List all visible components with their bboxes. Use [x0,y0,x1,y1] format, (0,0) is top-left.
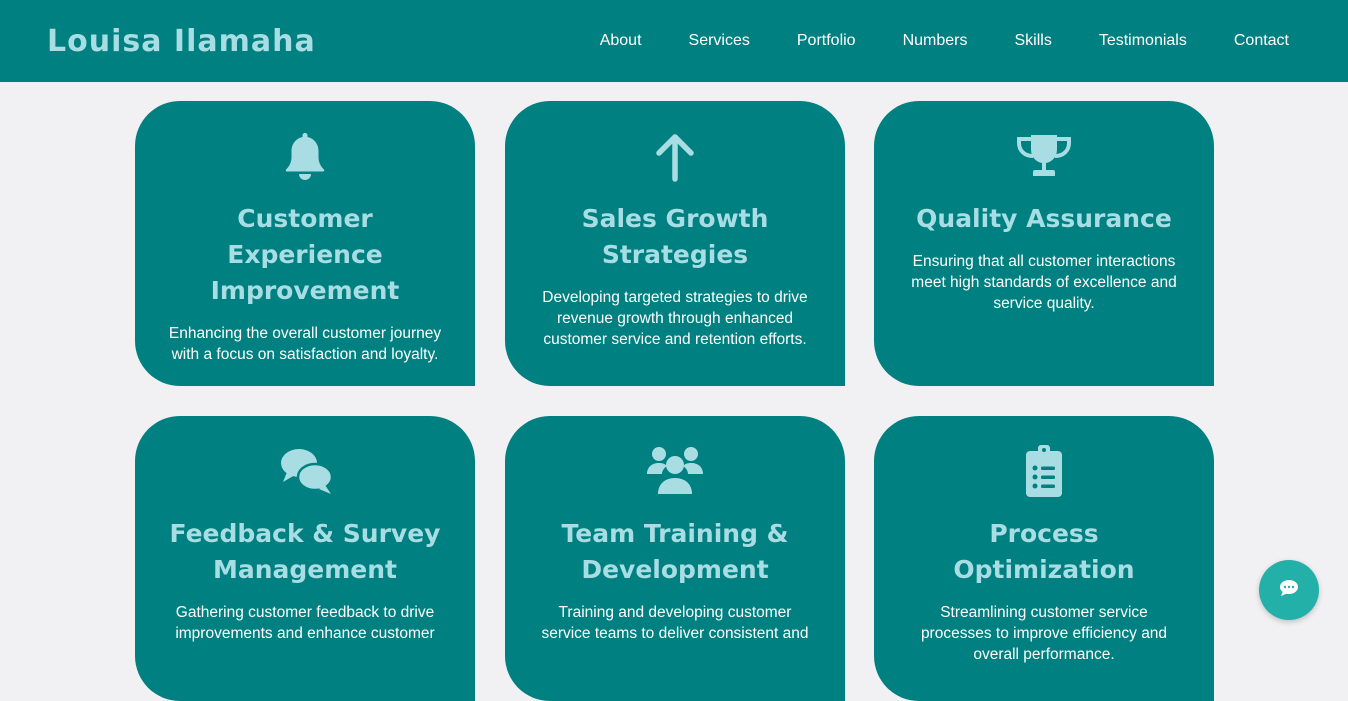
chat-button[interactable] [1259,560,1319,620]
nav-testimonials[interactable]: Testimonials [1099,30,1187,52]
card-description: Training and developing customer service… [541,604,809,642]
card-title: Customer Experience Improvement [210,204,400,305]
card-title: Feedback & Survey Management [169,519,441,584]
nav-about[interactable]: About [600,30,642,52]
service-card: Quality Assurance Ensuring that all cust… [874,101,1214,386]
brand-logo[interactable]: Louisa Ilamaha [47,22,316,62]
service-card: Process Optimization Streamlining custom… [874,416,1214,701]
chat-bubble-icon [1279,579,1299,601]
nav-contact[interactable]: Contact [1234,30,1289,52]
service-card: Team Training & Development Training and… [505,416,845,701]
card-title: Team Training & Development [561,519,789,584]
card-title: Process Optimization [953,519,1135,584]
service-card: Feedback & Survey Management Gathering c… [135,416,475,701]
nav-portfolio[interactable]: Portfolio [797,30,856,52]
card-description: Streamlining customer service processes … [920,604,1168,663]
bell-icon [275,129,335,185]
card-title: Sales Growth Strategies [581,204,769,269]
service-card: Sales Growth Strategies Developing targe… [505,101,845,386]
site-header: Louisa Ilamaha About Services Portfolio … [0,0,1348,82]
card-description: Gathering customer feedback to drive imp… [175,604,435,642]
arrow-up-icon [645,129,705,185]
nav-services[interactable]: Services [689,30,750,52]
nav-numbers[interactable]: Numbers [903,30,968,52]
comments-icon [275,444,335,500]
clipboard-list-icon [1014,444,1074,500]
nav-skills[interactable]: Skills [1014,30,1051,52]
users-icon [645,444,705,500]
main-nav: About Services Portfolio Numbers Skills … [600,30,1289,52]
card-description: Enhancing the overall customer journey w… [168,325,442,363]
card-description: Ensuring that all customer interactions … [911,253,1177,312]
trophy-icon [1014,129,1074,185]
service-card: Customer Experience Improvement Enhancin… [135,101,475,386]
card-title: Quality Assurance [916,204,1172,233]
card-description: Developing targeted strategies to drive … [542,289,808,348]
